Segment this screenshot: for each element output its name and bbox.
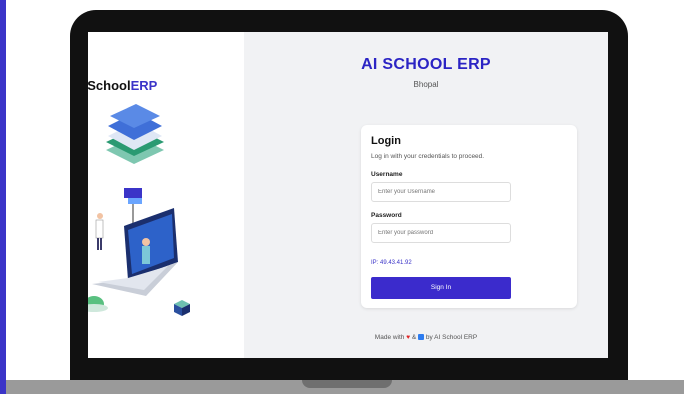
screen: #SchoolERP — [88, 32, 608, 358]
illustration-graphic — [88, 104, 190, 316]
ip-address: IP: 49.43.41.92 — [371, 260, 412, 266]
illustration-panel: #SchoolERP — [88, 32, 244, 358]
password-input[interactable] — [371, 223, 511, 243]
footer-prefix: Made with — [374, 334, 405, 341]
username-label: Username — [371, 171, 403, 178]
username-input[interactable] — [371, 182, 511, 202]
footer: Made with ♥ & by AI School ERP — [244, 334, 608, 341]
password-label: Password — [371, 212, 402, 219]
sign-in-button[interactable]: Sign In — [371, 277, 511, 299]
footer-suffix: by AI School ERP — [425, 334, 478, 341]
login-subtitle: Log in with your credentials to proceed. — [371, 153, 485, 160]
footer-ampersand: & — [411, 334, 417, 341]
login-title: Login — [371, 135, 401, 147]
login-panel: AI SCHOOL ERP Bhopal Login Log in with y… — [244, 32, 608, 358]
book-icon — [418, 334, 425, 341]
heart-icon: ♥ — [406, 334, 411, 341]
app-city: Bhopal — [413, 80, 439, 89]
laptop-base-notch — [302, 380, 392, 388]
left-edge-stripe — [0, 0, 6, 394]
app-title: AI SCHOOL ERP — [361, 56, 491, 73]
login-card: Login Log in with your credentials to pr… — [361, 125, 577, 308]
